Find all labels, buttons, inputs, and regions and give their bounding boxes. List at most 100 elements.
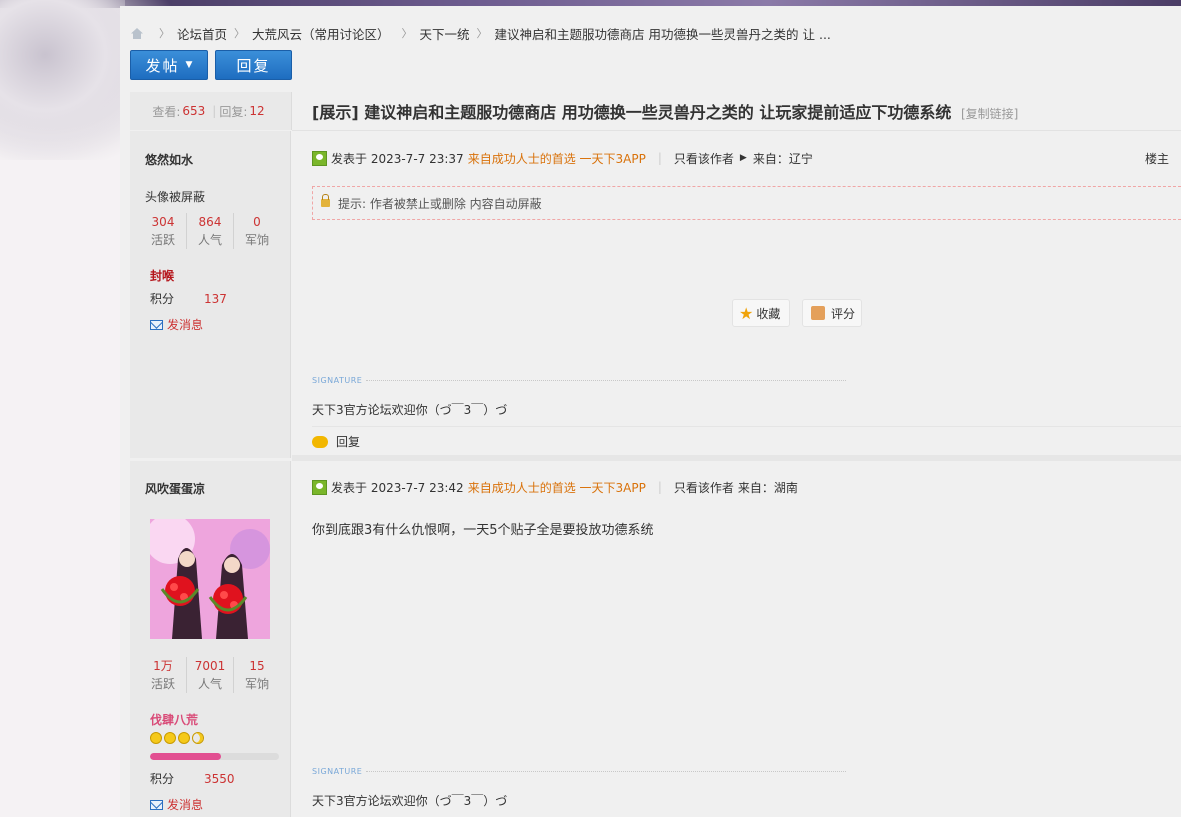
breadcrumb-forum-home[interactable]: 论坛首页 — [177, 24, 227, 43]
author-rank[interactable]: 封喉 — [150, 267, 174, 284]
signature-label: SIGNATURE — [312, 767, 847, 776]
thread-title: [展示] 建议神启和主题服功德商店 用功德换一些灵兽丹之类的 让玩家提前适应下功… — [312, 99, 1018, 123]
blocked-notice: 提示: 作者被禁止或删除 内容自动屏蔽 — [312, 186, 1181, 220]
rate-label: 评分 — [831, 306, 856, 321]
copy-link[interactable]: [复制链接] — [961, 107, 1018, 121]
level-icons — [150, 732, 204, 747]
home-icon[interactable] — [130, 27, 144, 40]
post-footer-divider — [312, 426, 1181, 427]
send-message-label: 发消息 — [167, 318, 204, 332]
stat-label: 活跃 — [150, 677, 175, 691]
author-stats: 1万活跃 7001 人气 15 军饷 — [140, 657, 280, 693]
favorite-button[interactable]: ★ 收藏 — [732, 299, 790, 327]
new-post-button[interactable]: 发帖 ▼ — [130, 50, 208, 80]
stat-value: 1万 — [153, 659, 173, 673]
points-value: 3550 — [204, 772, 235, 786]
stat-label: 活跃 — [150, 233, 175, 247]
floor-label[interactable]: 楼主 — [1145, 150, 1169, 167]
post-content: 发表于 2023-7-7 23:37 来自成功人士的首选 一天下3APP | 只… — [292, 131, 1181, 458]
stat-label: 军饷 — [244, 233, 269, 247]
author-name[interactable]: 悠然如水 — [145, 151, 193, 168]
stat-label: 人气 — [197, 233, 222, 247]
replies-label: 回复: — [219, 104, 248, 119]
stat-value: 7001 — [194, 659, 226, 673]
author-rank[interactable]: 伐肆八荒 — [150, 711, 198, 728]
signature-label-text: SIGNATURE — [312, 376, 363, 385]
post-content: 发表于 2023-7-7 23:42 来自成功人士的首选 一天下3APP | 只… — [292, 455, 1181, 817]
new-post-label: 发帖 — [145, 56, 180, 75]
stat-active[interactable]: 1万活跃 — [140, 657, 187, 693]
speech-bubble-icon — [312, 435, 328, 448]
lock-icon — [321, 194, 330, 207]
triangle-right-icon: ▶ — [739, 153, 747, 163]
post-meta: 发表于 2023-7-7 23:37 来自成功人士的首选 一天下3APP | 只… — [312, 148, 813, 168]
avatar-hidden-text: 头像被屏蔽 — [145, 190, 206, 204]
post-body: 你到底跟3有什么仇恨啊，一天5个贴子全是要投放功德系统 — [312, 523, 654, 538]
online-status-icon — [312, 479, 327, 495]
chevron-right-icon: 〉 — [476, 27, 488, 40]
signature-text: 天下3官方论坛欢迎你（づ￣3￣）づ — [312, 403, 508, 417]
stat-label: 军饷 — [244, 677, 269, 691]
views-label: 查看: — [152, 104, 181, 119]
signature-divider — [366, 380, 847, 381]
app-source-link[interactable]: 来自成功人士的首选 一天下3APP — [468, 479, 646, 496]
only-author-link[interactable]: 只看该作者 — [674, 150, 734, 167]
chevron-right-icon: 〉 — [234, 27, 246, 40]
author-points: 积分 3550 — [150, 770, 235, 787]
breadcrumb-board[interactable]: 大荒风云（常用讨论区） — [252, 24, 390, 43]
author-name[interactable]: 风吹蛋蛋凉 — [145, 480, 205, 497]
notice-text: 提示: 作者被禁止或删除 内容自动屏蔽 — [338, 196, 542, 211]
star-icon: ★ — [739, 303, 754, 323]
thread-header: [展示] 建议神启和主题服功德商店 用功德换一些灵兽丹之类的 让玩家提前适应下功… — [292, 92, 1181, 131]
smiley-icon — [150, 732, 162, 744]
post-reply-link[interactable]: 回复 — [312, 433, 360, 450]
thread-tag[interactable]: [展示] — [312, 103, 359, 122]
author-sidebar: 悠然如水 头像被屏蔽 304 活跃 864 人气 0 军饷 封喉 积分 137 发消息 — [130, 131, 291, 458]
app-source-link[interactable]: 来自成功人士的首选 一天下3APP — [468, 150, 646, 167]
stat-pay[interactable]: 15 军饷 — [234, 657, 280, 693]
smiley-icon — [178, 732, 190, 744]
thread-stats: 查看: 653 | 回复: 12 — [130, 92, 292, 130]
reply-label: 回复 — [236, 56, 271, 75]
signature-divider — [366, 771, 847, 772]
stat-value: 304 — [151, 215, 175, 229]
stat-popularity[interactable]: 864 人气 — [187, 213, 234, 249]
send-message-link[interactable]: 发消息 — [150, 316, 203, 333]
stat-value: 15 — [249, 659, 265, 673]
breadcrumb-subboard[interactable]: 天下一统 — [420, 24, 470, 43]
author-points: 积分 137 — [150, 290, 227, 307]
post-location: 来自：辽宁 — [752, 151, 813, 166]
send-message-link[interactable]: 发消息 — [150, 796, 203, 813]
online-status-icon — [312, 150, 327, 166]
stat-pay[interactable]: 0 军饷 — [234, 213, 280, 249]
rate-button[interactable]: 评分 — [802, 299, 862, 327]
stat-active[interactable]: 304 活跃 — [140, 213, 187, 249]
breadcrumb: 〉 论坛首页 〉 大荒风云（常用讨论区） 〉 天下一统 〉 建议神启和主题服功德… — [130, 24, 831, 42]
signature-label-text: SIGNATURE — [312, 767, 363, 776]
points-label: 积分 — [150, 772, 175, 786]
reply-button[interactable]: 回复 — [215, 50, 292, 80]
signature-label: SIGNATURE — [312, 376, 847, 385]
thread-page: 〉 论坛首页 〉 大荒风云（常用讨论区） 〉 天下一统 〉 建议神启和主题服功德… — [120, 6, 1181, 817]
thumbs-up-icon — [811, 306, 825, 320]
post-reply-label: 回复 — [336, 435, 361, 449]
stat-label: 人气 — [197, 677, 222, 691]
stat-popularity[interactable]: 7001 人气 — [187, 657, 234, 693]
chevron-right-icon: 〉 — [401, 27, 413, 40]
breadcrumb-thread[interactable]: 建议神启和主题服功德商店 用功德换一些灵兽丹之类的 让 ... — [495, 24, 831, 43]
chevron-right-icon: 〉 — [159, 27, 170, 40]
smiley-icon — [164, 732, 176, 744]
only-author-link[interactable]: 只看该作者 — [674, 479, 734, 496]
envelope-icon — [150, 319, 163, 330]
meta-divider: | — [657, 480, 662, 494]
signature-text: 天下3官方论坛欢迎你（づ￣3￣）づ — [312, 794, 508, 808]
author-sidebar: 风吹蛋蛋凉 1万 活跃 7001 人气 15 军饷 伐肆八荒 积分 3550 发… — [130, 461, 291, 817]
post-meta: 发表于 2023-7-7 23:42 来自成功人士的首选 一天下3APP | 只… — [312, 477, 798, 497]
thread-title-text: 建议神启和主题服功德商店 用功德换一些灵兽丹之类的 让玩家提前适应下功德系统 — [364, 103, 952, 122]
points-label: 积分 — [150, 292, 175, 306]
author-stats: 304 活跃 864 人气 0 军饷 — [140, 213, 280, 249]
points-value: 137 — [204, 292, 227, 306]
author-avatar[interactable] — [150, 519, 270, 639]
send-message-label: 发消息 — [167, 798, 204, 812]
level-progress-bar — [150, 753, 279, 760]
